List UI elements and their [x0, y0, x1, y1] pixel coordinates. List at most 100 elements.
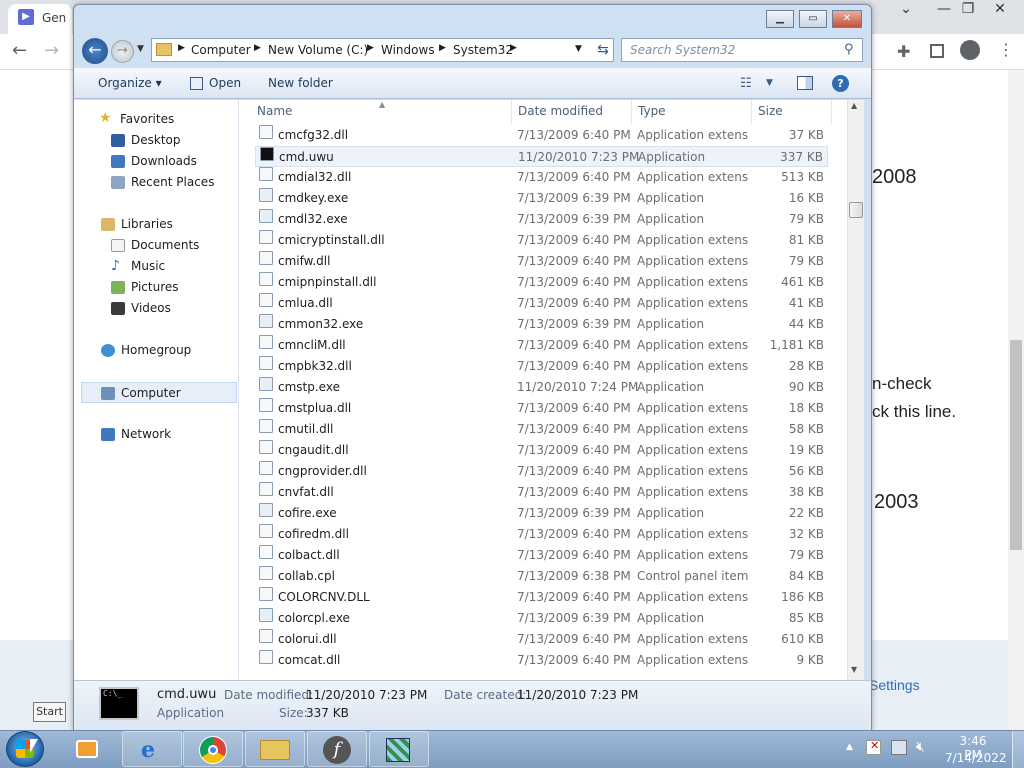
file-row[interactable]: cmlua.dll 7/13/2009 6:40 PM Application ex…: [255, 293, 828, 314]
recent-pages-chevron-icon[interactable]: ▼: [137, 44, 144, 54]
nav-favorites[interactable]: ★ Favorites: [74, 109, 239, 130]
nav-item-downloads[interactable]: Downloads: [74, 151, 239, 172]
file-row[interactable]: cmd.uwu 11/20/2010 7:23 PM Application 337 …: [255, 146, 828, 167]
profile-avatar-icon[interactable]: [960, 40, 980, 60]
file-icon: [259, 503, 273, 517]
start-button[interactable]: [6, 731, 44, 767]
file-row[interactable]: colorcpl.exe 7/13/2009 6:39 PM Application…: [255, 608, 828, 629]
page-scrollbar-thumb[interactable]: [1010, 340, 1022, 550]
taskbar-app-cube[interactable]: [369, 731, 429, 767]
nav-item-documents[interactable]: Documents: [74, 235, 239, 256]
refresh-icon[interactable]: ⇆: [592, 39, 614, 61]
show-desktop-button[interactable]: [1012, 731, 1024, 768]
column-header-type[interactable]: Type: [638, 104, 666, 118]
preview-pane-icon[interactable]: [797, 76, 813, 90]
breadcrumb-windows[interactable]: Windows: [381, 43, 435, 57]
back-button[interactable]: ←: [82, 38, 108, 64]
file-row[interactable]: cmdkey.exe 7/13/2009 6:39 PM Application 16…: [255, 188, 828, 209]
change-view-icon[interactable]: ☷: [740, 76, 752, 91]
address-bar[interactable]: ▶ Computer ▶ New Volume (C:) ▶ Windows ▶…: [151, 38, 614, 62]
file-row[interactable]: cofire.exe 7/13/2009 6:39 PM Application 22…: [255, 503, 828, 524]
scrollbar-thumb[interactable]: [849, 202, 863, 218]
breadcrumb-separator-icon: ▶: [510, 43, 517, 53]
browser-restore-button[interactable]: ❐: [952, 0, 984, 20]
file-row[interactable]: cmpbk32.dll 7/13/2009 6:40 PM Application …: [255, 356, 828, 377]
new-folder-button[interactable]: New folder: [268, 76, 333, 90]
window-minimize-button[interactable]: ▁: [766, 10, 794, 28]
show-hidden-icons-chevron-icon[interactable]: ▲: [846, 742, 853, 752]
file-row[interactable]: cmcfg32.dll 7/13/2009 6:40 PM Application …: [255, 125, 828, 146]
browser-forward-button[interactable]: →: [44, 40, 59, 61]
nav-libraries[interactable]: Libraries: [74, 214, 239, 235]
file-row[interactable]: comcat.dll 7/13/2009 6:40 PM Application e…: [255, 650, 828, 671]
network-tray-icon[interactable]: [891, 740, 907, 755]
address-history-chevron-icon[interactable]: ▼: [575, 44, 582, 54]
taskbar-media-player[interactable]: [58, 731, 114, 767]
view-options-chevron-icon[interactable]: ▼: [766, 78, 773, 88]
browser-back-button[interactable]: ←: [12, 40, 27, 61]
scroll-down-arrow-icon[interactable]: ▼: [851, 665, 857, 674]
file-row[interactable]: colbact.dll 7/13/2009 6:40 PM Application …: [255, 545, 828, 566]
breadcrumb-system32[interactable]: System32: [453, 43, 513, 57]
browser-menu-icon[interactable]: ⋮: [998, 40, 1014, 59]
nav-item-videos[interactable]: Videos: [74, 298, 239, 319]
taskbar-chrome[interactable]: [183, 731, 243, 767]
window-maximize-button[interactable]: ▭: [799, 10, 827, 28]
nav-network[interactable]: Network: [74, 424, 239, 445]
nav-item-recent-places[interactable]: Recent Places: [74, 172, 239, 193]
volume-muted-icon[interactable]: 🔇︎: [916, 739, 925, 755]
scroll-up-arrow-icon[interactable]: ▲: [851, 101, 857, 110]
clock-date[interactable]: 7/14/2022: [945, 751, 1007, 765]
taskbar-flash[interactable]: f: [307, 731, 367, 767]
nav-item-music[interactable]: ♪ Music: [74, 256, 239, 277]
extensions-puzzle-icon[interactable]: ✚: [897, 42, 910, 61]
tab-search-chevron-icon[interactable]: ⌄: [890, 0, 922, 20]
file-row[interactable]: cmicryptinstall.dll 7/13/2009 6:40 PM Appl…: [255, 230, 828, 251]
file-row[interactable]: cmncliM.dll 7/13/2009 6:40 PM Application …: [255, 335, 828, 356]
breadcrumb-computer[interactable]: Computer: [191, 43, 251, 57]
file-row[interactable]: cmutil.dll 7/13/2009 6:40 PM Application e…: [255, 419, 828, 440]
window-close-button[interactable]: ✕: [832, 10, 862, 28]
column-header-size[interactable]: Size: [758, 104, 783, 118]
search-icon[interactable]: ⚲: [844, 42, 854, 57]
file-row[interactable]: cngaudit.dll 7/13/2009 6:40 PM Application…: [255, 440, 828, 461]
column-header-name[interactable]: Name: [257, 104, 292, 118]
file-list-scrollbar[interactable]: ▲ ▼: [847, 100, 864, 680]
details-created-value: 11/20/2010 7:23 PM: [517, 688, 639, 702]
search-field[interactable]: Search System32 ⚲: [621, 38, 863, 62]
nav-homegroup[interactable]: Homegroup: [74, 340, 239, 361]
file-row[interactable]: cmipnpinstall.dll 7/13/2009 6:40 PM Applic…: [255, 272, 828, 293]
file-row[interactable]: cmstplua.dll 7/13/2009 6:40 PM Application…: [255, 398, 828, 419]
file-row[interactable]: cmmon32.exe 7/13/2009 6:39 PM Application 4…: [255, 314, 828, 335]
help-icon[interactable]: ?: [832, 75, 849, 92]
browser-tab[interactable]: ▶ Gen: [8, 4, 72, 34]
file-row[interactable]: collab.cpl 7/13/2009 6:38 PM Control panel…: [255, 566, 828, 587]
file-row[interactable]: cofiredm.dll 7/13/2009 6:40 PM Application…: [255, 524, 828, 545]
taskbar-internet-explorer[interactable]: e: [122, 731, 182, 767]
file-row[interactable]: cmifw.dll 7/13/2009 6:40 PM Application ex…: [255, 251, 828, 272]
open-button[interactable]: Open: [209, 76, 241, 90]
file-row[interactable]: cnvfat.dll 7/13/2009 6:40 PM Application e…: [255, 482, 828, 503]
side-panel-icon[interactable]: [930, 44, 944, 58]
file-row[interactable]: cmdl32.exe 7/13/2009 6:39 PM Application 79…: [255, 209, 828, 230]
file-row[interactable]: cmdial32.dll 7/13/2009 6:40 PM Application…: [255, 167, 828, 188]
file-row[interactable]: cngprovider.dll 7/13/2009 6:40 PM Applicat…: [255, 461, 828, 482]
breadcrumb-volume[interactable]: New Volume (C:): [268, 43, 368, 57]
settings-link[interactable]: Settings: [869, 677, 920, 693]
column-header-date[interactable]: Date modified: [518, 104, 603, 118]
forward-button[interactable]: →: [111, 40, 134, 63]
desktop-icon: [111, 134, 125, 147]
nav-item-pictures[interactable]: Pictures: [74, 277, 239, 298]
nav-computer[interactable]: Computer: [81, 382, 237, 403]
file-row[interactable]: cmstp.exe 11/20/2010 7:24 PM Application 90…: [255, 377, 828, 398]
browser-close-button[interactable]: ✕: [984, 0, 1016, 20]
taskbar-explorer[interactable]: [245, 731, 305, 767]
nav-favorites-label: Favorites: [120, 112, 175, 126]
nav-item-desktop[interactable]: Desktop: [74, 130, 239, 151]
file-row[interactable]: COLORCNV.DLL 7/13/2009 6:40 PM Application…: [255, 587, 828, 608]
file-row[interactable]: colorui.dll 7/13/2009 6:40 PM Application …: [255, 629, 828, 650]
file-name: cmlua.dll: [278, 296, 333, 310]
action-center-flag-icon[interactable]: ✕: [866, 739, 881, 755]
file-name: cofiredm.dll: [278, 527, 349, 541]
organize-button[interactable]: Organize ▾: [98, 76, 162, 90]
